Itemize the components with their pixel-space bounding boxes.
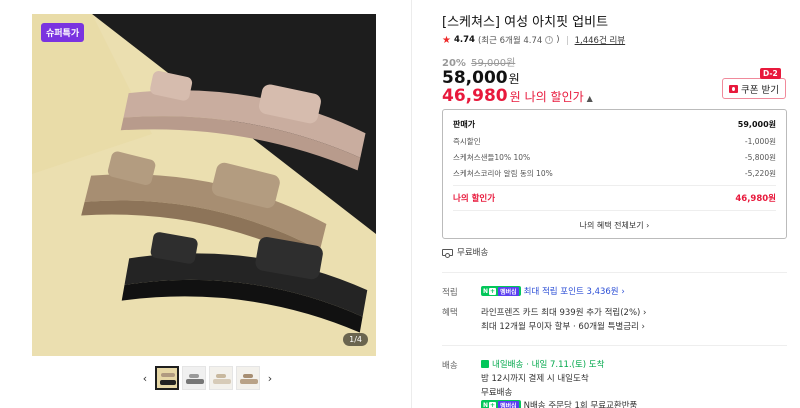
chevron-right-icon[interactable]: › [263, 368, 277, 388]
price-breakdown-box: 판매가 59,000원 즉시할인 -1,000원 스케쳐스샌들10% 10% -… [442, 109, 787, 239]
perk-line-2[interactable]: 최대 12개월 무이자 할부 · 60개월 특별금리 › [481, 320, 645, 332]
rating-detail-close: ) [556, 35, 560, 45]
max-points-link[interactable]: 최대 적립 포인트 3,436원 › [524, 285, 625, 297]
thumbnail-strip: ‹ › [138, 365, 278, 391]
my-price-won: 원 [509, 90, 521, 104]
column-divider [411, 0, 412, 408]
free-shipping-row: 무료배송 [442, 246, 488, 258]
breakdown-value: 59,000원 [737, 120, 776, 129]
breakdown-divider [453, 210, 776, 211]
breakdown-row: 즉시할인 -1,000원 [453, 136, 776, 147]
delivery-cutoff: 밤 12시까지 결제 시 내일도착 [481, 374, 589, 384]
points-row[interactable]: N + 멤버십 최대 적립 포인트 3,436원 › [481, 285, 625, 297]
breakdown-divider [453, 185, 776, 186]
delivery-free: 무료배송 [481, 388, 513, 398]
badge-member: 멤버십 [498, 286, 519, 296]
perk-line-1[interactable]: 라인프렌즈 카드 최대 939원 추가 적립(2%) › [481, 306, 646, 318]
product-main-image[interactable]: 슈퍼특가 1/4 [32, 14, 376, 356]
info-icon[interactable]: i [545, 36, 554, 44]
tomorrow-delivery-label: 내일배송 [492, 360, 524, 370]
badge-plus: + [489, 401, 497, 408]
breakdown-label: 스케쳐스샌들10% 10% [453, 153, 531, 162]
coupon-label: 쿠폰 받기 [741, 84, 779, 96]
badge-plus: + [489, 287, 497, 295]
breakdown-label: 스케쳐스코리아 알림 동의 10% [453, 169, 553, 178]
sale-price-value: 58,000 [442, 68, 508, 88]
sale-price: 58,000원 [442, 68, 520, 88]
thumbnail-4[interactable] [236, 366, 260, 390]
breakdown-total-label: 나의 할인가 [453, 194, 496, 204]
free-return-row: N + 멤버십 N배송 주문당 1회 무료교환반품 [481, 399, 637, 408]
delivery-label: 배송 [442, 361, 458, 371]
chevron-up-icon[interactable]: ▲ [587, 94, 593, 103]
thumbnail-2[interactable] [182, 366, 206, 390]
separator [566, 35, 568, 45]
breakdown-total-value: 46,980원 [735, 194, 776, 204]
sale-price-won: 원 [508, 72, 520, 86]
breakdown-value: -5,800원 [744, 153, 776, 162]
delivery-eta-row: 내일배송 · 내일 7.11.(토) 도착 [481, 358, 604, 370]
chevron-left-icon[interactable]: ‹ [138, 368, 152, 388]
rating-row: ★ 4.74 (최근 6개월 4.74 i ) 1,446건 리뷰 [442, 34, 626, 47]
breakdown-total-row: 나의 할인가 46,980원 [453, 192, 776, 204]
product-title: [스케쳐스] 여성 아치핏 업비트 [442, 15, 609, 30]
view-all-benefits-link[interactable]: 나의 혜택 전체보기 › [443, 220, 786, 231]
free-shipping-label: 무료배송 [457, 248, 489, 258]
tomorrow-delivery-icon [481, 360, 489, 368]
star-icon: ★ [442, 34, 451, 46]
badge-n: N [483, 401, 489, 408]
super-deal-badge: 슈퍼특가 [41, 23, 85, 42]
points-label: 적립 [442, 288, 458, 298]
breakdown-row: 판매가 59,000원 [453, 119, 776, 130]
free-return-text: N배송 주문당 1회 무료교환반품 [523, 401, 638, 408]
perks-label: 혜택 [442, 308, 458, 318]
naver-membership-badge: N + 멤버십 [481, 400, 521, 408]
sandals-photo [32, 14, 376, 356]
rating-value: 4.74 [453, 35, 475, 45]
breakdown-row: 스케쳐스코리아 알림 동의 10% -5,220원 [453, 168, 776, 179]
breakdown-value: -1,000원 [744, 137, 776, 146]
breakdown-row: 스케쳐스샌들10% 10% -5,800원 [453, 152, 776, 163]
my-price-label: 나의 할인가 [524, 90, 584, 104]
badge-member: 멤버십 [498, 400, 519, 408]
thumbnail-3[interactable] [209, 366, 233, 390]
coupon-dday-badge: D-2 [760, 68, 781, 79]
discount-row: 20% 59,000원 [442, 54, 515, 69]
image-page-indicator: 1/4 [343, 333, 368, 346]
thumbnail-1[interactable] [155, 366, 179, 390]
delivery-eta: · 내일 7.11.(토) 도착 [526, 360, 605, 370]
naver-membership-badge: N + 멤버십 [481, 286, 521, 296]
truck-icon [442, 248, 453, 258]
my-price-value: 46,980 [442, 86, 508, 106]
breakdown-label: 즉시할인 [453, 137, 481, 146]
section-divider [442, 272, 787, 273]
section-divider [442, 345, 787, 346]
breakdown-label: 판매가 [453, 120, 476, 129]
badge-n: N [483, 287, 489, 295]
coupon-icon [729, 84, 738, 93]
my-discount-price[interactable]: 46,980 원 나의 할인가 ▲ [442, 86, 593, 106]
breakdown-value: -5,220원 [744, 169, 776, 178]
coupon-button[interactable]: 쿠폰 받기 [722, 78, 786, 99]
review-count-link[interactable]: 1,446건 리뷰 [575, 34, 626, 46]
rating-detail: (최근 6개월 4.74 [477, 36, 543, 46]
